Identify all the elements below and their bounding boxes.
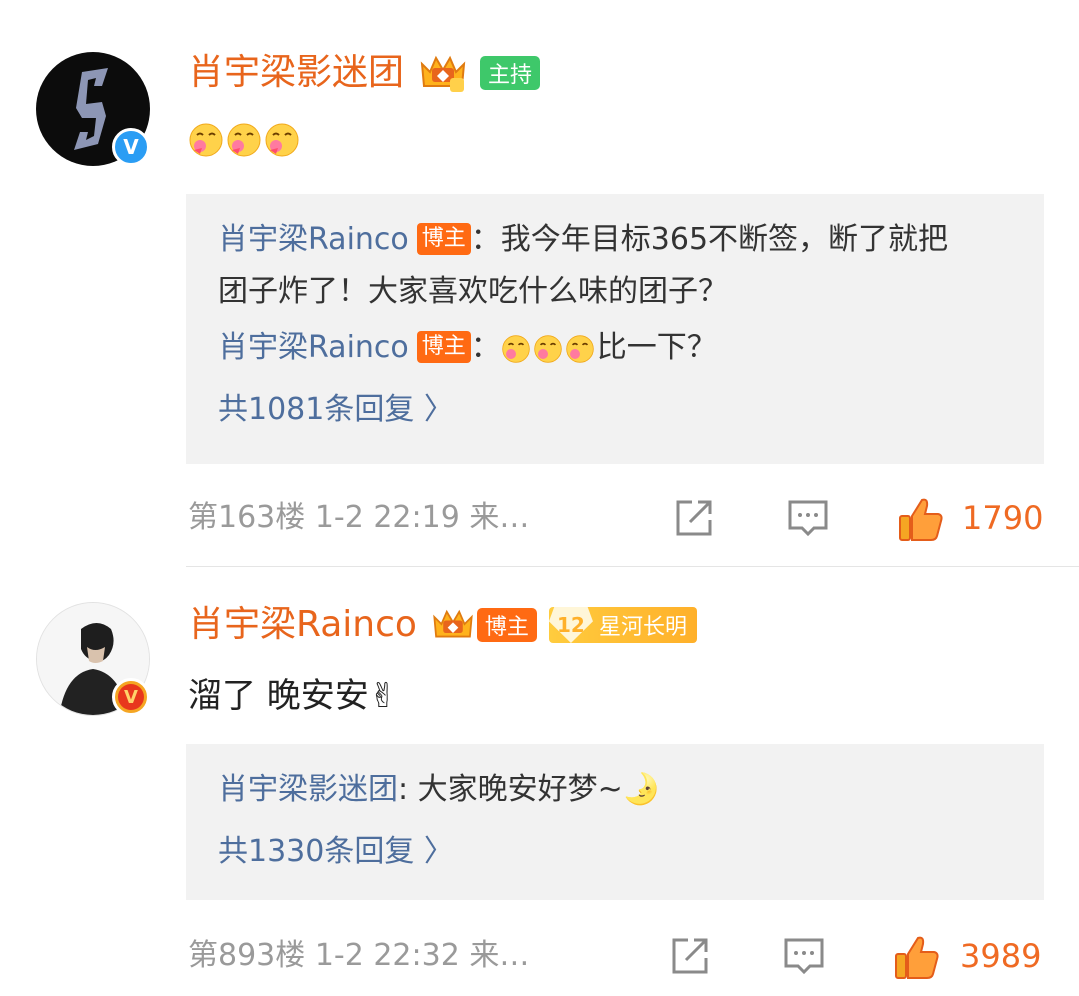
reply-text-cont: 团子炸了！大家喜欢吃什么味的团子？ — [218, 274, 728, 309]
verified-icon: V — [112, 678, 150, 716]
source: 来… — [469, 500, 530, 535]
username[interactable]: 肖宇梁Rainco — [188, 602, 417, 648]
reply-item: 肖宇梁Rainco 博主 ：我今年目标365不断签，断了就把 — [218, 214, 1012, 266]
timestamp: 1-2 22:32 — [314, 938, 460, 973]
fan-badge: 12 星河长明 — [548, 607, 697, 643]
reply-text: 比一下？ — [596, 330, 717, 365]
crown-icon — [420, 55, 466, 92]
avatar[interactable]: V — [36, 602, 150, 716]
reply-text: ： — [470, 330, 501, 365]
comment-footer: 第893楼 1-2 22:32 来… 3989 — [0, 926, 1079, 986]
source: 来… — [469, 938, 530, 973]
avatar[interactable]: V — [36, 52, 150, 166]
comment-content — [188, 122, 302, 158]
yummy-emoji-icon — [534, 334, 562, 363]
like-count: 1790 — [962, 499, 1044, 537]
blogger-tag: 博主 — [416, 223, 471, 255]
comment-meta: 第163楼 1-2 22:19 来… — [188, 488, 529, 548]
timestamp: 1-2 22:19 — [314, 500, 460, 535]
reply-text: ：我今年目标365不断签，断了就把 — [470, 222, 949, 257]
reply-item: 肖宇梁Rainco 博主： 比一下？ — [218, 322, 1012, 374]
verified-icon: V — [112, 128, 150, 166]
reply-text: : 大家晚安好梦~🌛 — [398, 772, 661, 807]
comment-footer: 第163楼 1-2 22:19 来… 1790 — [0, 488, 1079, 548]
share-icon[interactable] — [666, 932, 714, 980]
host-badge: 主持 — [480, 56, 541, 90]
username[interactable]: 肖宇梁影迷团 — [188, 50, 404, 96]
crown-icon — [433, 609, 473, 638]
divider — [186, 566, 1079, 567]
more-replies-link[interactable]: 共1330条回复 〉 — [218, 826, 1012, 878]
comment-text: 溜了 晚安安✌ — [188, 676, 398, 716]
yummy-emoji-icon — [227, 123, 261, 157]
yummy-emoji-icon — [265, 123, 299, 157]
share-icon[interactable] — [670, 494, 718, 542]
reply-item: 肖宇梁影迷团: 大家晚安好梦~🌛 — [218, 764, 1012, 816]
blogger-badge: 博主 — [476, 608, 537, 642]
reply-box: 肖宇梁影迷团: 大家晚安好梦~🌛 共1330条回复 〉 — [186, 744, 1044, 900]
more-replies-link[interactable]: 共1081条回复 〉 — [218, 384, 1012, 436]
comment-icon[interactable] — [780, 932, 828, 980]
comment-meta: 第893楼 1-2 22:32 来… — [188, 926, 529, 986]
yummy-emoji-icon — [502, 334, 530, 363]
yummy-emoji-icon — [189, 123, 223, 157]
reply-username[interactable]: 肖宇梁影迷团 — [218, 772, 398, 807]
like-count: 3989 — [960, 937, 1042, 975]
floor-number: 第893楼 — [188, 938, 306, 973]
reply-username[interactable]: 肖宇梁Rainco — [218, 330, 409, 365]
floor-number: 第163楼 — [188, 500, 306, 535]
fan-level: 12 — [548, 607, 593, 643]
comment-content: 溜了 晚安安✌ — [188, 668, 397, 717]
like-icon[interactable] — [896, 494, 946, 544]
comment-icon[interactable] — [784, 494, 832, 542]
yummy-emoji-icon — [566, 334, 594, 363]
reply-box: 肖宇梁Rainco 博主 ：我今年目标365不断签，断了就把 团子炸了！大家喜欢吃什… — [186, 194, 1044, 464]
reply-username[interactable]: 肖宇梁Rainco — [218, 222, 409, 257]
fan-badge-name: 星河长明 — [598, 615, 687, 640]
like-icon[interactable] — [892, 932, 942, 982]
blogger-tag: 博主 — [416, 331, 471, 363]
